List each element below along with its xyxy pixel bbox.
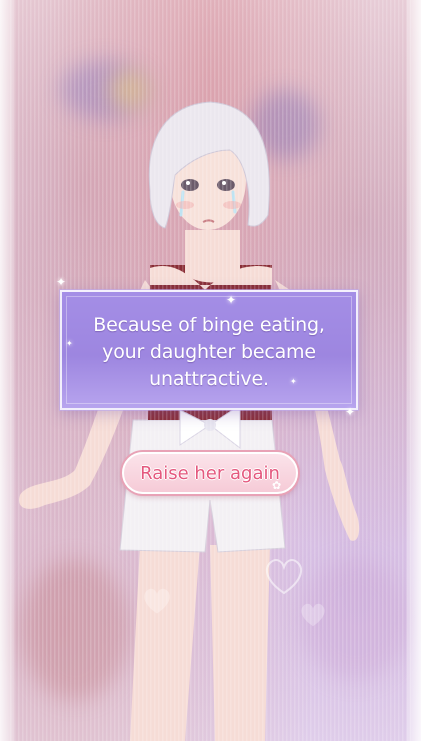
left-edge-glow (0, 0, 14, 741)
heart-icon (301, 603, 325, 627)
raise-again-label: Raise her again (140, 463, 280, 484)
heart-icon (266, 559, 302, 595)
sparkle-icon: ✦ (226, 293, 237, 307)
message-dialog: Because of binge eating, your daughter b… (60, 290, 358, 410)
sparkle-icon: ✦ (66, 339, 73, 348)
sparkle-icon: ✦ (345, 405, 356, 419)
right-edge-glow (407, 0, 421, 741)
raise-again-button[interactable]: Raise her again ✿ (122, 452, 298, 494)
flower-icon: ✿ (272, 479, 282, 492)
sparkle-icon: ✦ (56, 275, 67, 289)
sparkle-icon: ✦ (290, 377, 297, 386)
dialog-message: Because of binge eating, your daughter b… (93, 314, 325, 390)
heart-icon (144, 588, 170, 614)
